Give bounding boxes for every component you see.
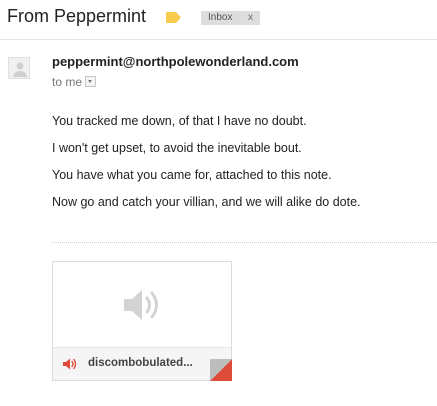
- email-view: From Peppermint Inbox x peppermint@north…: [0, 0, 437, 406]
- recipient-line: to me: [52, 75, 97, 89]
- important-label-icon[interactable]: [166, 12, 181, 23]
- inbox-label-chip: Inbox x: [201, 11, 260, 25]
- body-line: You tracked me down, of that I have no d…: [52, 114, 307, 128]
- attachment-filename: discombobulated...: [88, 357, 193, 369]
- body-line: Now go and catch your villian, and we wi…: [52, 195, 361, 209]
- sender-avatar[interactable]: [8, 57, 30, 79]
- email-header: From Peppermint Inbox x: [0, 0, 437, 40]
- attachment-preview[interactable]: [53, 262, 231, 347]
- attachment-card[interactable]: discombobulated...: [52, 261, 232, 381]
- inbox-label-text: Inbox: [208, 12, 233, 23]
- audio-speaker-icon: [124, 290, 158, 320]
- default-avatar-icon: [13, 62, 27, 77]
- remove-label-button[interactable]: x: [248, 11, 253, 25]
- show-details-dropdown-icon[interactable]: [85, 76, 97, 88]
- file-type-corner-icon: [210, 359, 232, 381]
- sender-email[interactable]: peppermint@northpolewonderland.com: [52, 54, 299, 69]
- body-line: You have what you came for, attached to …: [52, 168, 332, 182]
- email-body: You tracked me down, of that I have no d…: [52, 114, 361, 222]
- attachment-footer[interactable]: discombobulated...: [53, 347, 231, 380]
- recipient-text: to me: [52, 75, 83, 89]
- email-subject: From Peppermint: [7, 6, 147, 26]
- body-line: I won't get upset, to avoid the inevitab…: [52, 141, 302, 155]
- audio-file-icon: [63, 358, 77, 370]
- attachments-divider: [52, 242, 437, 243]
